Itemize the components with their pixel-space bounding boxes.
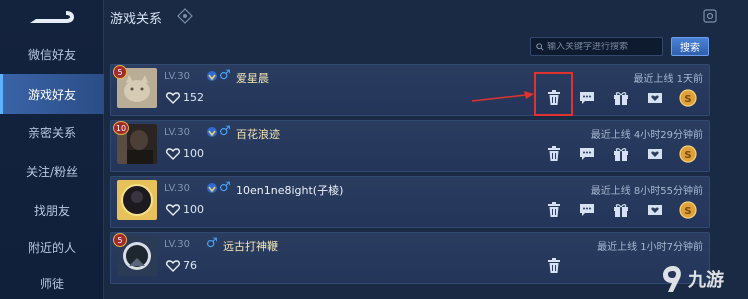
- heart-icon: [166, 260, 180, 272]
- sidebar-item-find-friends[interactable]: 找朋友: [0, 190, 104, 230]
- sidebar: 微信好友 游戏好友 亲密关系 关注/粉丝 找朋友 附近的人 师徒: [0, 0, 104, 299]
- settings-icon[interactable]: [702, 8, 718, 24]
- gift-icon: [614, 148, 628, 161]
- male-icon: ♂: [219, 180, 231, 195]
- search-input[interactable]: [547, 41, 662, 52]
- sidebar-item-follow-fans[interactable]: 关注/粉丝: [0, 151, 104, 191]
- friend-row[interactable]: 5 LV.30 ♂ 爱星晨 152 最近上线 1天前 S: [110, 64, 710, 116]
- friend-row[interactable]: LV.30 ♂ 10en1ne8ight(子棱) 100 最近上线 8小时55分…: [110, 176, 710, 228]
- last-online: 最近上线 1天前: [633, 74, 703, 85]
- svg-text:S: S: [684, 150, 691, 161]
- sidebar-item-nearby[interactable]: 附近的人: [0, 227, 104, 267]
- male-icon: ♂: [206, 236, 218, 251]
- message-button[interactable]: [578, 89, 596, 107]
- heart-icon: [166, 204, 180, 216]
- level-text: LV.30: [164, 183, 190, 194]
- coin-icon: S: [679, 145, 697, 163]
- rank-badge: 5: [113, 233, 127, 247]
- coin-icon: S: [679, 201, 697, 219]
- search-box: [530, 37, 663, 56]
- page-title: 游戏关系: [110, 12, 163, 27]
- intimacy-value: 152: [183, 91, 204, 104]
- svg-text:S: S: [684, 94, 691, 105]
- level-text: LV.30: [164, 239, 190, 250]
- back-button[interactable]: [22, 6, 78, 28]
- delete-friend-button[interactable]: [545, 201, 563, 219]
- settings-diamond-icon[interactable]: [177, 8, 193, 24]
- rank-badge: 5: [113, 65, 127, 79]
- friend-name: 10en1ne8ight(子棱): [236, 184, 344, 197]
- trash-icon: [548, 258, 560, 273]
- friend-name: 爱星晨: [236, 72, 269, 85]
- team-invite-button[interactable]: [646, 89, 664, 107]
- sidebar-item-game-friends[interactable]: 游戏好友: [0, 74, 104, 114]
- vip-icon: [207, 183, 217, 193]
- gift-button[interactable]: [612, 89, 630, 107]
- gift-button[interactable]: [612, 145, 630, 163]
- sidebar-item-label: 游戏好友: [27, 87, 76, 102]
- friend-row[interactable]: 5 LV.30 ♂ 远古打神鞭 76 最近上线 1小时7分钟前: [110, 232, 710, 284]
- sidebar-item-label: 附近的人: [27, 240, 76, 255]
- search-button[interactable]: 搜索: [671, 37, 709, 56]
- coin-icon: S: [679, 89, 697, 107]
- back-arrow-icon: [30, 11, 74, 23]
- heart-envelope-icon: [648, 205, 662, 215]
- trash-icon: [548, 146, 560, 161]
- rank-badge: 10: [113, 121, 129, 135]
- delete-friend-button[interactable]: [545, 257, 563, 275]
- vip-icon: [207, 127, 217, 137]
- svg-text:S: S: [684, 206, 691, 217]
- sidebar-item-mentor[interactable]: 师徒: [0, 263, 104, 299]
- last-online: 最近上线 8小时55分钟前: [590, 186, 703, 197]
- avatar[interactable]: [117, 180, 157, 220]
- coin-button[interactable]: S: [679, 201, 697, 219]
- sidebar-item-intimate[interactable]: 亲密关系: [0, 112, 104, 152]
- watermark-logo: 九游: [660, 262, 746, 296]
- chat-icon: [580, 204, 594, 216]
- coin-button[interactable]: S: [679, 89, 697, 107]
- delete-friend-button[interactable]: [545, 89, 563, 107]
- heart-envelope-icon: [648, 93, 662, 103]
- last-online: 最近上线 4小时29分钟前: [590, 130, 703, 141]
- sidebar-item-label: 微信好友: [27, 47, 76, 62]
- team-invite-button[interactable]: [646, 145, 664, 163]
- male-icon: ♂: [219, 124, 231, 139]
- male-icon: ♂: [219, 68, 231, 83]
- friend-name: 远古打神鞭: [223, 240, 278, 253]
- level-text: LV.30: [164, 71, 190, 82]
- chat-icon: [580, 148, 594, 160]
- sidebar-item-label: 关注/粉丝: [25, 164, 79, 179]
- delete-friend-button[interactable]: [545, 145, 563, 163]
- heart-envelope-icon: [648, 149, 662, 159]
- intimacy-value: 100: [183, 147, 204, 160]
- last-online: 最近上线 1小时7分钟前: [597, 242, 703, 253]
- gift-icon: [614, 92, 628, 105]
- friend-name: 百花浪迹: [236, 128, 280, 141]
- message-button[interactable]: [578, 201, 596, 219]
- heart-icon: [166, 92, 180, 104]
- trash-icon: [548, 202, 560, 217]
- heart-icon: [166, 148, 180, 160]
- sidebar-item-label: 师徒: [39, 276, 64, 291]
- trash-icon: [548, 90, 560, 105]
- message-button[interactable]: [578, 145, 596, 163]
- sidebar-item-label: 找朋友: [33, 203, 70, 218]
- sidebar-item-wechat-friends[interactable]: 微信好友: [0, 34, 104, 74]
- sidebar-item-label: 亲密关系: [27, 125, 76, 140]
- gift-button[interactable]: [612, 201, 630, 219]
- coin-button[interactable]: S: [679, 145, 697, 163]
- team-invite-button[interactable]: [646, 201, 664, 219]
- level-text: LV.30: [164, 127, 190, 138]
- search-icon: [536, 42, 544, 51]
- watermark-text: 九游: [688, 270, 724, 291]
- intimacy-value: 100: [183, 203, 204, 216]
- nine-game-logo-icon: [663, 266, 681, 292]
- intimacy-value: 76: [183, 259, 197, 272]
- chat-icon: [580, 92, 594, 104]
- friend-row[interactable]: 10 LV.30 ♂ 百花浪迹 100 最近上线 4小时29分钟前 S: [110, 120, 710, 172]
- vip-icon: [207, 71, 217, 81]
- avatar-gold-frame-image: [117, 180, 157, 220]
- gift-icon: [614, 204, 628, 217]
